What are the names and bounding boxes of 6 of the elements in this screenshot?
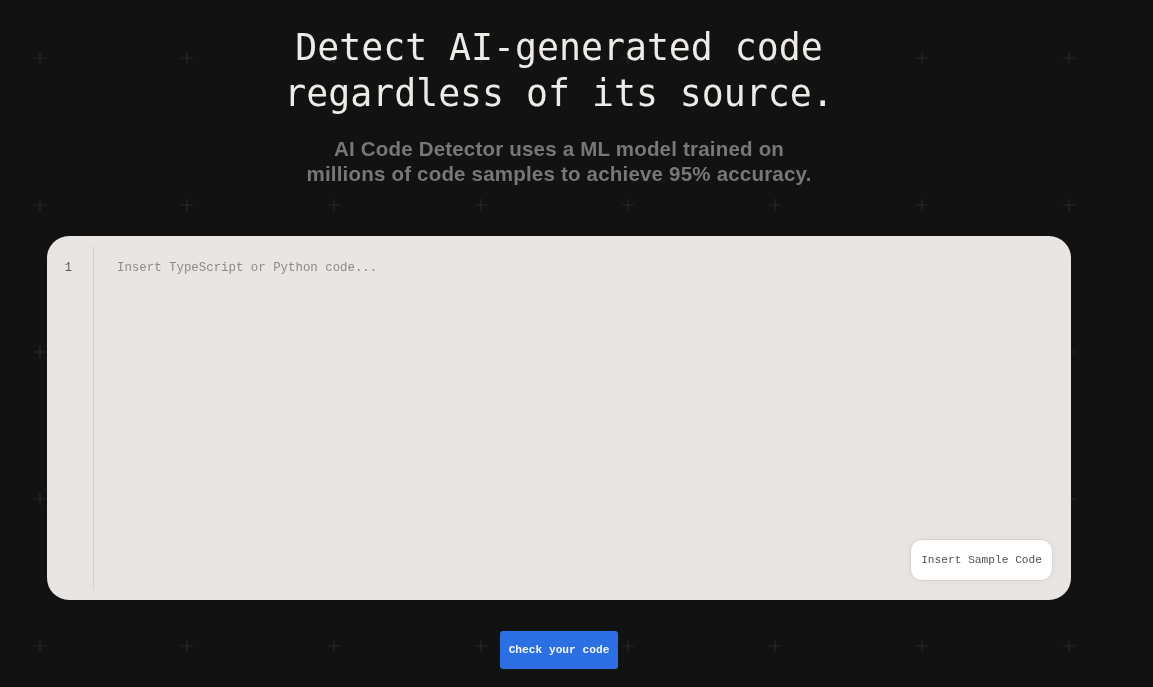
check-code-button[interactable]: Check your code [499, 631, 619, 669]
page-subtitle: AI Code Detector uses a ML model trained on millions of code samples to achieve 95% accuracy. [305, 136, 813, 186]
line-number: 1 [64, 260, 72, 276]
page-heading: Detect AI-generated code regardless of its source. [283, 25, 835, 117]
insert-sample-code-button[interactable]: Insert Sample Code [910, 539, 1053, 581]
code-editor[interactable]: 1 Insert TypeScript or Python code... Insert Sample Code [47, 236, 1071, 600]
